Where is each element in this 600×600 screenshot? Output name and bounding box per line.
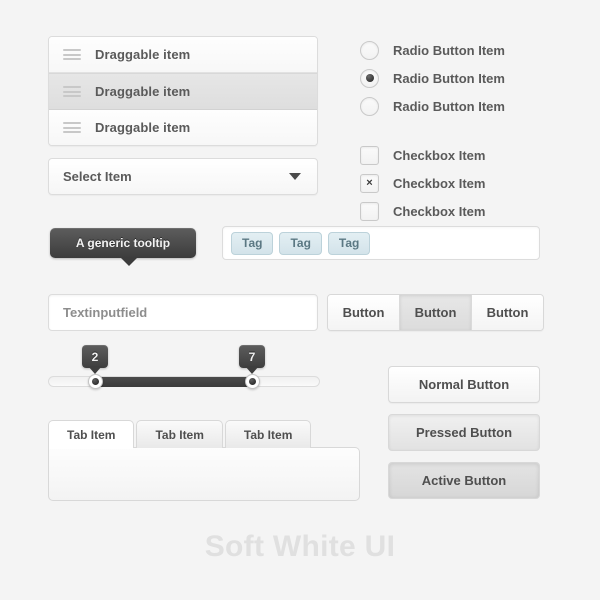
drag-handle-icon[interactable] <box>63 86 81 97</box>
drag-handle-icon[interactable] <box>63 122 81 133</box>
drag-handle-icon[interactable] <box>63 49 81 60</box>
radio-icon[interactable] <box>360 40 379 60</box>
tooltip: A generic tooltip <box>50 228 196 266</box>
radio-option[interactable]: Radio Button Item <box>360 36 560 64</box>
tag-chip[interactable]: Tag <box>231 231 274 255</box>
checkbox-icon[interactable] <box>360 201 379 221</box>
radio-option-label: Radio Button Item <box>393 42 505 58</box>
tag-chip[interactable]: Tag <box>279 231 322 255</box>
text-input-field[interactable]: Textinputfield <box>48 294 318 331</box>
radio-option[interactable]: Radio Button Item <box>360 64 560 92</box>
slider-min-value-bubble: 2 <box>82 345 108 368</box>
tab-item-2[interactable]: Tab Item <box>136 420 223 448</box>
checkbox-option-label: Checkbox Item <box>393 175 486 191</box>
radio-option[interactable]: Radio Button Item <box>360 92 560 120</box>
list-item[interactable]: Draggable item <box>49 73 317 110</box>
radio-option-label: Radio Button Item <box>393 98 505 114</box>
slider-range-fill <box>95 377 252 387</box>
checkbox-icon-checked[interactable]: × <box>360 173 379 193</box>
tab-component: Tab Item Tab Item Tab Item <box>48 420 360 501</box>
checkbox-option-label: Checkbox Item <box>393 203 486 219</box>
segment-button-2-pressed[interactable]: Button <box>400 295 472 330</box>
select-dropdown[interactable]: Select Item <box>48 158 318 195</box>
pressed-button[interactable]: Pressed Button <box>388 414 540 451</box>
slider-max-value-bubble: 7 <box>239 345 265 368</box>
select-value: Select Item <box>63 169 132 184</box>
tab-item-3[interactable]: Tab Item <box>224 420 312 448</box>
list-item-label: Draggable item <box>95 47 191 62</box>
radio-icon[interactable] <box>360 96 379 116</box>
checkbox-option-label: Checkbox Item <box>393 147 486 163</box>
active-button[interactable]: Active Button <box>388 462 540 499</box>
checkbox-option[interactable]: × Checkbox Item <box>360 169 560 197</box>
tag-input-field[interactable]: Tag Tag Tag <box>222 226 540 260</box>
tab-item-1-active[interactable]: Tab Item <box>48 420 135 449</box>
options-column: Radio Button Item Radio Button Item Radi… <box>360 36 560 225</box>
list-item-label: Draggable item <box>95 120 191 135</box>
list-item[interactable]: Draggable item <box>49 37 317 73</box>
ui-kit-canvas: Draggable item Draggable item Draggable … <box>0 0 600 600</box>
slider-handle-min[interactable] <box>88 374 103 389</box>
range-slider[interactable]: 2 7 <box>48 345 320 390</box>
tooltip-arrow-icon <box>120 257 138 266</box>
list-item[interactable]: Draggable item <box>49 110 317 145</box>
radio-icon-selected[interactable] <box>360 68 379 88</box>
radio-option-label: Radio Button Item <box>393 70 505 86</box>
text-input-value: Textinputfield <box>63 305 148 320</box>
tab-strip: Tab Item Tab Item Tab Item <box>48 420 360 449</box>
segment-button-1[interactable]: Button <box>328 295 400 330</box>
button-group: Button Button Button <box>327 294 544 331</box>
slider-handle-max[interactable] <box>245 374 260 389</box>
checkbox-icon[interactable] <box>360 145 379 165</box>
page-title: Soft White UI <box>204 530 396 563</box>
chevron-down-icon <box>289 173 301 180</box>
tag-chip[interactable]: Tag <box>327 231 371 255</box>
list-item-label: Draggable item <box>95 84 191 99</box>
segment-button-3[interactable]: Button <box>472 295 543 330</box>
normal-button[interactable]: Normal Button <box>388 366 540 403</box>
checkbox-option[interactable]: Checkbox Item <box>360 141 560 169</box>
draggable-list: Draggable item Draggable item Draggable … <box>48 36 318 146</box>
tooltip-text: A generic tooltip <box>75 236 171 250</box>
checkbox-option[interactable]: Checkbox Item <box>360 197 560 225</box>
tab-panel <box>48 447 360 501</box>
